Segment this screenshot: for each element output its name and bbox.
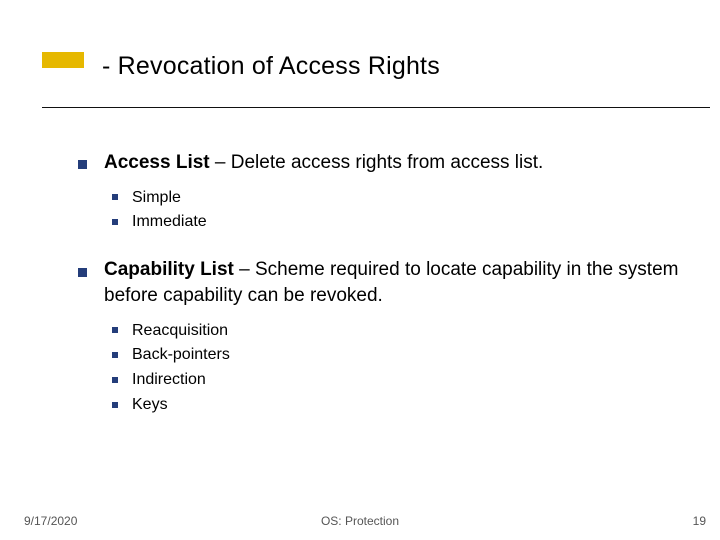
sub-bullet: Indirection	[112, 368, 680, 393]
bullet-access-list: Access List – Delete access rights from …	[78, 150, 680, 176]
footer: 9/17/2020 OS: Protection 19	[0, 508, 720, 528]
bullet-lead: Access List	[104, 152, 210, 173]
bullet-rest: – Delete access rights from access list.	[210, 152, 544, 173]
sub-bullet: Back-pointers	[112, 343, 680, 368]
content-area: Access List – Delete access rights from …	[78, 150, 680, 440]
sub-bullet: Immediate	[112, 210, 680, 235]
footer-center: OS: Protection	[0, 514, 720, 528]
sublist-access-list: Simple Immediate	[112, 186, 680, 236]
sub-bullet: Reacquisition	[112, 319, 680, 344]
slide: - Revocation of Access Rights Access Lis…	[0, 0, 720, 540]
bullet-capability-list: Capability List – Scheme required to loc…	[78, 257, 680, 308]
sublist-capability-list: Reacquisition Back-pointers Indirection …	[112, 319, 680, 418]
slide-title: - Revocation of Access Rights	[102, 52, 680, 81]
sub-bullet: Simple	[112, 186, 680, 211]
title-block: - Revocation of Access Rights	[42, 52, 680, 81]
footer-page-number: 19	[693, 514, 706, 528]
title-underline	[42, 107, 710, 108]
sub-bullet: Keys	[112, 393, 680, 418]
bullet-lead: Capability List	[104, 259, 234, 280]
